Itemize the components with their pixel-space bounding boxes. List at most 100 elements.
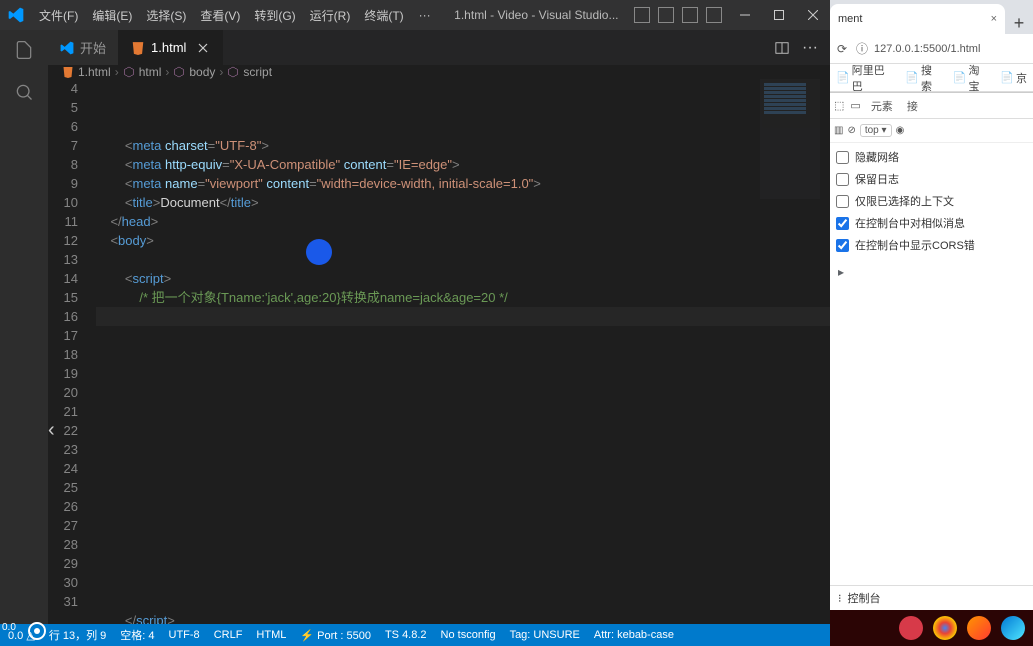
new-tab-button[interactable]: + — [1005, 13, 1033, 34]
code-area[interactable]: <meta charset="UTF-8"> <meta http-equiv=… — [96, 79, 830, 624]
activity-bar — [0, 30, 48, 624]
devtools-device-icon[interactable]: ▭ — [850, 99, 860, 112]
taskbar-chrome-icon[interactable] — [933, 616, 957, 640]
tab-1-html[interactable]: 1.html — [119, 30, 223, 65]
os-taskbar — [830, 610, 1033, 646]
checkbox-label: 在控制台中对相似消息 — [855, 215, 965, 231]
bookmark-item[interactable]: 📄 淘宝 — [953, 62, 990, 94]
taskbar-firefox-icon[interactable] — [967, 616, 991, 640]
more-actions-icon[interactable]: ··· — [802, 40, 818, 56]
layout-toggle-4-icon[interactable] — [706, 7, 722, 23]
window-maximize-icon[interactable] — [762, 0, 796, 30]
menu-file[interactable]: 文件(F) — [32, 7, 85, 24]
devtools-settings: 隐藏网络保留日志仅限已选择的上下文在控制台中对相似消息在控制台中显示CORS错 — [830, 143, 1033, 265]
breadcrumbs[interactable]: 1.html › html › body › script — [48, 65, 830, 79]
menu-terminal[interactable]: 终端(T) — [357, 7, 410, 24]
breadcrumb-item[interactable]: script — [243, 65, 272, 79]
devtools-tab-other[interactable]: 接 — [903, 98, 922, 114]
menu-overflow[interactable]: ··· — [411, 8, 439, 22]
window-close-icon[interactable] — [796, 0, 830, 30]
status-language[interactable]: HTML — [256, 629, 286, 641]
menu-edit[interactable]: 编辑(E) — [85, 7, 139, 24]
taskbar-edge-icon[interactable] — [1001, 616, 1025, 640]
status-attr[interactable]: Attr: kebab-case — [594, 629, 674, 641]
line-gutter: 4567891011121314151617181920212223242526… — [48, 79, 96, 624]
cube-icon — [227, 66, 239, 78]
search-icon[interactable] — [12, 80, 36, 104]
browser-window: ment × + ⟳ ⓘ 127.0.0.1:5500/1.html 📄 阿里巴… — [830, 0, 1033, 610]
browser-tab-strip: ment × + — [830, 0, 1033, 34]
status-indent[interactable]: 空格: 4 — [120, 627, 154, 643]
devtools-inspect-icon[interactable]: ⬚ — [834, 99, 844, 112]
browser-tab[interactable]: ment × — [830, 4, 1005, 34]
breadcrumb-item[interactable]: body — [189, 65, 215, 79]
code-editor[interactable]: 4567891011121314151617181920212223242526… — [48, 79, 830, 624]
layout-toggle-3-icon[interactable] — [682, 7, 698, 23]
devtools-checkbox-row[interactable]: 仅限已选择的上下文 — [836, 193, 1027, 209]
vscode-window: 文件(F) 编辑(E) 选择(S) 查看(V) 转到(G) 运行(R) 终端(T… — [0, 0, 830, 646]
close-icon[interactable]: × — [991, 13, 997, 25]
menu-run[interactable]: 运行(R) — [303, 7, 358, 24]
cube-icon — [123, 66, 135, 78]
checkbox[interactable] — [836, 217, 849, 230]
devtools-checkbox-row[interactable]: 保留日志 — [836, 171, 1027, 187]
devtools-eye-icon[interactable]: ◉ — [896, 125, 905, 136]
devtools-expand-toggle[interactable]: ▸ — [830, 265, 1033, 279]
status-encoding[interactable]: UTF-8 — [169, 629, 200, 641]
checkbox-label: 保留日志 — [855, 171, 899, 187]
devtools-tabs: ⬚ ▭ 元素 接 — [830, 93, 1033, 119]
chevron-left-icon[interactable]: ‹ — [48, 419, 55, 442]
layout-toggle-2-icon[interactable] — [658, 7, 674, 23]
tab-welcome[interactable]: 开始 — [48, 30, 119, 65]
breadcrumb-item[interactable]: html — [139, 65, 162, 79]
devtools-context-select[interactable]: top ▾ — [860, 124, 892, 137]
devtools-sidebar-icon[interactable]: ▥ — [834, 125, 843, 136]
checkbox-label: 隐藏网络 — [855, 149, 899, 165]
devtools-checkbox-row[interactable]: 在控制台中对相似消息 — [836, 215, 1027, 231]
minimap[interactable] — [760, 79, 820, 199]
tab-label: 1.html — [151, 40, 186, 55]
tab-label: 开始 — [80, 38, 106, 57]
devtools-checkbox-row[interactable]: 在控制台中显示CORS错 — [836, 237, 1027, 253]
menu-select[interactable]: 选择(S) — [139, 7, 193, 24]
menu-view[interactable]: 查看(V) — [193, 7, 247, 24]
address-bar[interactable]: 127.0.0.1:5500/1.html — [874, 43, 1029, 55]
checkbox[interactable] — [836, 239, 849, 252]
checkbox[interactable] — [836, 173, 849, 186]
layout-controls — [634, 7, 728, 23]
status-ts-version[interactable]: TS 4.8.2 — [385, 629, 427, 641]
breadcrumb-item[interactable]: 1.html — [78, 65, 111, 79]
window-minimize-icon[interactable] — [728, 0, 762, 30]
status-tsconfig[interactable]: No tsconfig — [441, 629, 496, 641]
taskbar-app-icon[interactable] — [899, 616, 923, 640]
info-icon[interactable]: ⓘ — [854, 40, 870, 57]
status-tag[interactable]: Tag: UNSURE — [510, 629, 580, 641]
close-icon[interactable] — [196, 41, 210, 55]
cursor-highlight — [306, 239, 332, 265]
bookmark-item[interactable]: 📄 阿里巴巴 — [836, 62, 895, 94]
status-cursor-pos[interactable]: 行 13，列 9 — [49, 627, 106, 643]
devtools-tab-elements[interactable]: 元素 — [867, 98, 897, 114]
window-title: 1.html - Video - Visual Studio... — [439, 8, 634, 22]
split-editor-icon[interactable] — [774, 40, 790, 56]
layout-toggle-1-icon[interactable] — [634, 7, 650, 23]
devtools-clear-icon[interactable]: ⊘ — [847, 125, 855, 136]
devtools-checkbox-row[interactable]: 隐藏网络 — [836, 149, 1027, 165]
checkbox-label: 仅限已选择的上下文 — [855, 193, 954, 209]
editor-tabs: 开始 1.html ··· — [48, 30, 830, 65]
vscode-titlebar: 文件(F) 编辑(E) 选择(S) 查看(V) 转到(G) 运行(R) 终端(T… — [0, 0, 830, 30]
reload-icon[interactable]: ⟳ — [834, 42, 850, 56]
menu-goto[interactable]: 转到(G) — [247, 7, 302, 24]
cube-icon — [173, 66, 185, 78]
explorer-icon[interactable] — [12, 38, 36, 62]
vscode-logo-icon — [8, 7, 24, 23]
status-eol[interactable]: CRLF — [214, 629, 243, 641]
browser-toolbar: ⟳ ⓘ 127.0.0.1:5500/1.html — [830, 34, 1033, 64]
vscode-logo-icon — [60, 41, 74, 55]
devtools-console-drawer[interactable]: ⁝ 控制台 — [830, 585, 1033, 610]
bookmark-item[interactable]: 📄 京 — [1000, 70, 1027, 86]
bookmark-item[interactable]: 📄 搜索 — [905, 62, 942, 94]
checkbox[interactable] — [836, 195, 849, 208]
checkbox[interactable] — [836, 151, 849, 164]
status-liveserver[interactable]: ⚡ Port : 5500 — [300, 629, 371, 642]
